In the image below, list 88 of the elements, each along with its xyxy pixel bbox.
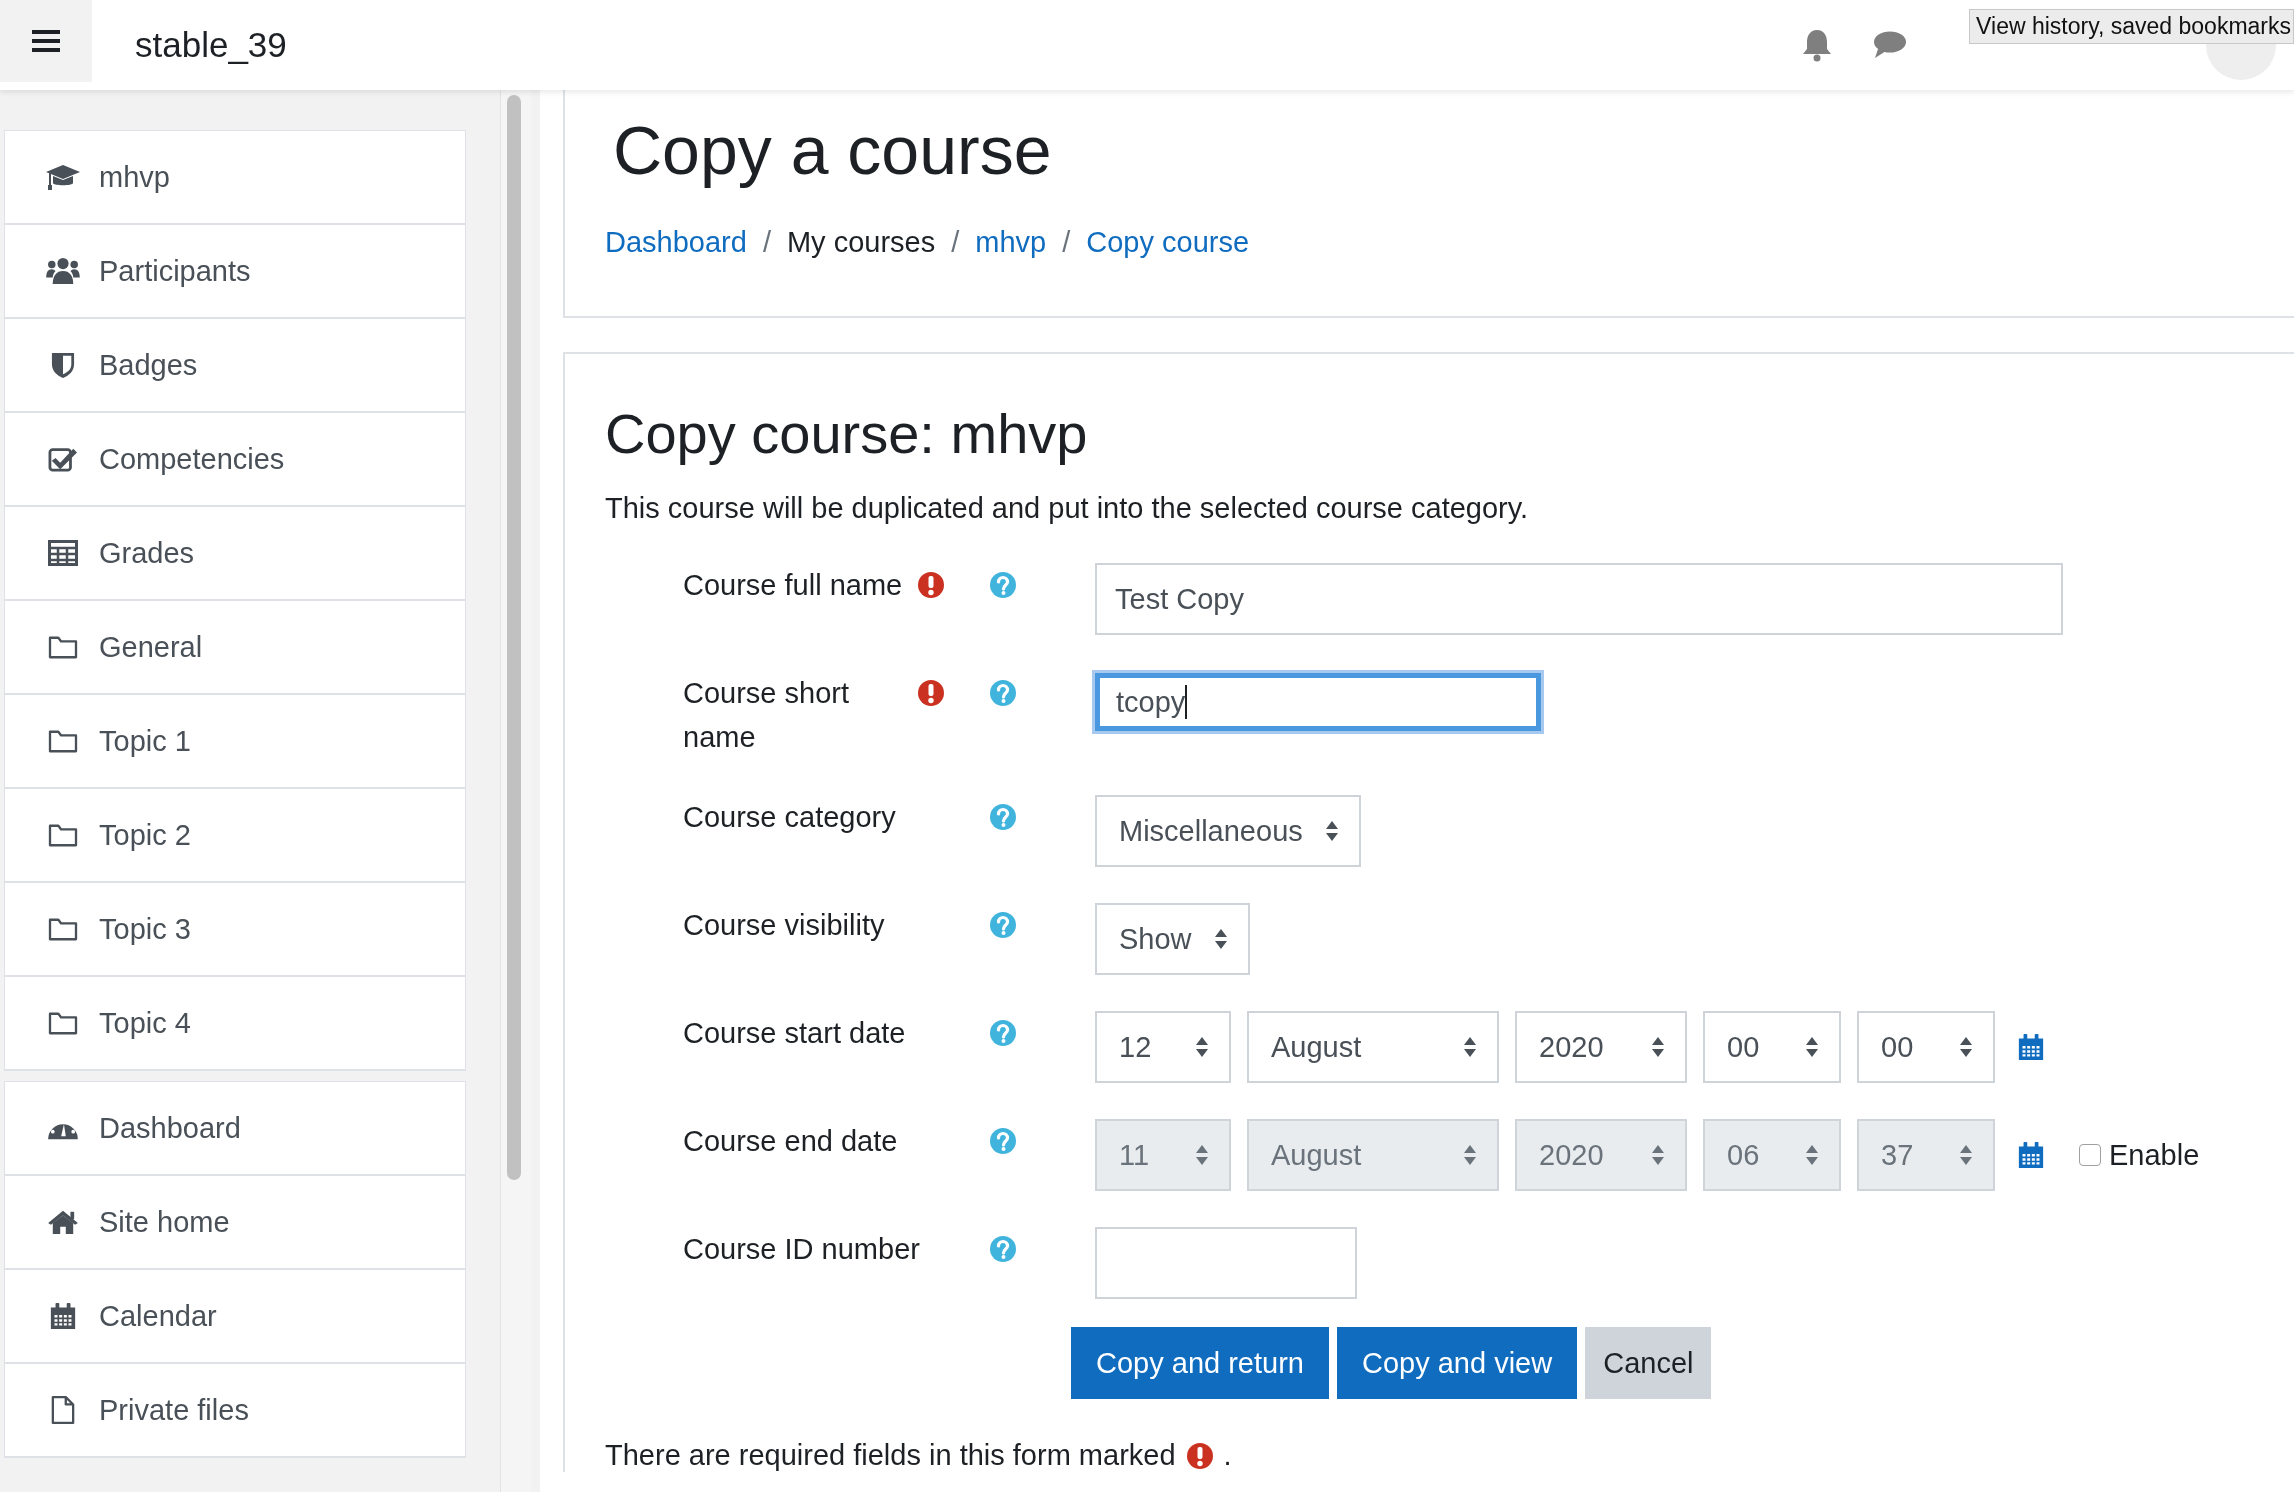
chat-bubble-icon [1872,30,1906,60]
sidebar-item[interactable]: mhvp [5,131,465,225]
field-label: Course category [683,800,896,835]
submit-button[interactable]: Copy and view [1336,1327,1578,1399]
shield-icon [51,351,75,379]
sidebar-item[interactable]: Topic 4 [5,977,465,1071]
house-icon [47,1209,79,1235]
help-icon [989,911,1017,939]
calendar-icon [49,1302,77,1330]
sidebar-item[interactable]: Topic 1 [5,695,465,789]
dropdown[interactable]: Miscellaneous [1095,795,1361,867]
field-label: Course ID number [683,1232,920,1267]
breadcrumb-link[interactable]: Dashboard [605,226,747,259]
caret-icon [1213,928,1228,950]
help-icon [989,1019,1017,1047]
calendar-icon[interactable] [2017,1141,2045,1169]
text-field[interactable]: Test Copy [1095,563,2063,635]
caret-icon [1651,1036,1665,1058]
dropdown[interactable]: August [1247,1011,1499,1083]
breadcrumb-link[interactable]: mhvp [975,226,1047,259]
dropdown[interactable]: 2020 [1515,1011,1687,1083]
help-icon [989,1127,1017,1155]
field-label: Course visibility [683,908,885,943]
sidebar-item[interactable]: Participants [5,225,465,319]
caret-icon [1959,1036,1973,1058]
caret-icon [1195,1144,1209,1166]
field-label: Course end date [683,1124,898,1159]
sidebar-item[interactable]: Grades [5,507,465,601]
field-label: Course full name [683,568,903,603]
site-name[interactable]: stable_39 [135,25,287,65]
graduation-cap-icon [45,163,81,191]
period-text: . [1223,1439,1232,1472]
breadcrumb-link[interactable]: Copy course [1086,226,1250,259]
caret-icon [1805,1144,1819,1166]
dropdown[interactable]: Show [1095,903,1250,975]
sidebar-item[interactable]: Dashboard [5,1082,465,1176]
field-label: Course start date [683,1016,906,1051]
help-icon [989,679,1017,707]
form-title: Copy course: mhvp [605,401,1089,467]
breadcrumb-item: My courses [786,226,936,259]
required-note: There are required fields in this form marked [605,1439,1176,1472]
help-icon [989,1235,1017,1263]
tooltip: View history, saved bookmarks [1969,9,2294,44]
file-icon [51,1395,75,1425]
scrollbar[interactable] [507,95,521,1180]
breadcrumb-separator: / [1062,226,1071,259]
folder-icon [48,916,78,942]
folder-icon [48,728,78,754]
caret-icon [1195,1036,1209,1058]
help-icon [989,803,1017,831]
sidebar-item[interactable]: Topic 3 [5,883,465,977]
menu-button[interactable] [0,0,92,82]
text-field[interactable]: tcopy [1095,673,1541,731]
table-icon [48,540,78,566]
breadcrumb-separator: / [762,226,771,259]
dropdown[interactable]: 00 [1857,1011,1995,1083]
dropdown[interactable]: 12 [1095,1011,1231,1083]
caret-icon [1651,1144,1665,1166]
caret-icon [1324,820,1339,842]
dropdown[interactable]: 00 [1703,1011,1841,1083]
page-title: Copy a course [613,111,1053,190]
sidebar-item[interactable]: Competencies [5,413,465,507]
bell-icon [1802,28,1832,62]
users-icon [46,257,80,285]
caret-icon [1463,1036,1477,1058]
caret-icon [1959,1144,1973,1166]
text-field[interactable] [1095,1227,1357,1299]
sidebar-item[interactable]: Topic 2 [5,789,465,883]
sidebar-item[interactable]: Site home [5,1176,465,1270]
folder-icon [48,634,78,660]
help-icon [989,571,1017,599]
caret-icon [1805,1036,1819,1058]
cancel-button[interactable]: Cancel [1585,1327,1712,1399]
calendar-icon[interactable] [2017,1033,2045,1061]
caret-icon [1463,1144,1477,1166]
form-description: This course will be duplicated and put into the selected course category. [605,492,1530,525]
folder-icon [48,822,78,848]
sidebar-item[interactable]: Badges [5,319,465,413]
sidebar-item[interactable]: Private files [5,1364,465,1458]
menu-icon [32,30,60,52]
checkbox-label: Enable [2109,1138,2200,1172]
sidebar-item[interactable]: Calendar [5,1270,465,1364]
field-label: Course short name [683,676,850,755]
checkbox-icon [48,445,78,473]
sidebar-item[interactable]: General [5,601,465,695]
folder-icon [48,1010,78,1036]
submit-button[interactable]: Copy and return [1071,1327,1329,1399]
breadcrumb-separator: / [951,226,960,259]
